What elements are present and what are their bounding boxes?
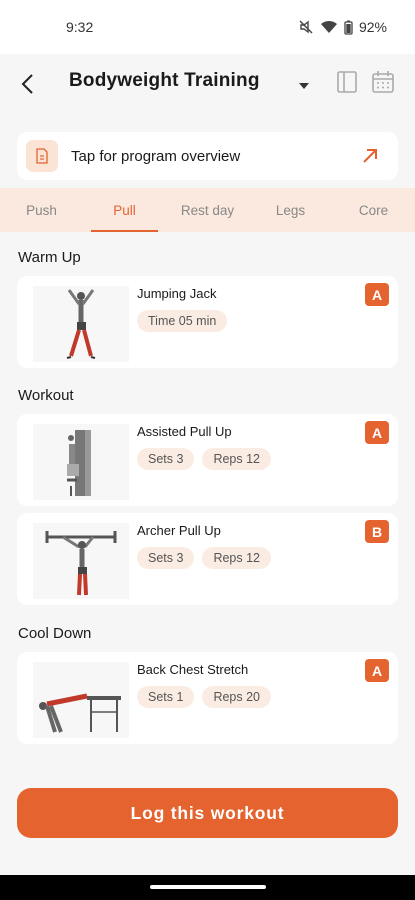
- exercise-card-back-chest-stretch[interactable]: Back Chest Stretch Sets 1 Reps 20 A: [17, 652, 398, 744]
- tab-core[interactable]: Core: [332, 188, 415, 232]
- page-title: Bodyweight Training: [69, 70, 260, 91]
- program-overview-label: Tap for program overview: [71, 147, 241, 165]
- page-icon[interactable]: [335, 69, 359, 95]
- log-workout-button[interactable]: Log this workout: [17, 788, 398, 838]
- section-title-cool-down: Cool Down: [18, 625, 92, 642]
- tab-pull[interactable]: Pull: [83, 188, 166, 232]
- system-nav-bar: [0, 875, 415, 900]
- exercise-chips: Time 05 min: [137, 310, 228, 332]
- exercise-image: [33, 286, 129, 362]
- level-badge: A: [365, 659, 389, 682]
- section-title-warm-up: Warm Up: [18, 249, 81, 266]
- tab-rest-day[interactable]: Rest day: [166, 188, 249, 232]
- battery-percent: 92%: [358, 19, 387, 35]
- section-title-workout: Workout: [18, 387, 74, 404]
- chip-sets: Sets 3: [137, 547, 195, 569]
- chip-sets: Sets 1: [137, 686, 195, 708]
- day-tabs: Push Pull Rest day Legs Core: [0, 188, 415, 232]
- level-badge: B: [365, 520, 389, 543]
- home-indicator[interactable]: [150, 885, 266, 889]
- arrow-up-right-icon: [360, 146, 380, 166]
- exercise-name: Jumping Jack: [137, 286, 217, 301]
- back-arrow-icon[interactable]: [18, 71, 40, 97]
- status-icons: 92%: [298, 19, 387, 35]
- chip-time: Time 05 min: [137, 310, 228, 332]
- level-badge: A: [365, 421, 389, 444]
- status-bar: 9:32 92%: [0, 0, 415, 54]
- exercise-name: Archer Pull Up: [137, 523, 221, 538]
- document-icon: [26, 140, 58, 172]
- exercise-card-assisted-pull-up[interactable]: Assisted Pull Up Sets 3 Reps 12 A: [17, 414, 398, 506]
- tab-push[interactable]: Push: [0, 188, 83, 232]
- calendar-icon[interactable]: [371, 69, 395, 95]
- exercise-chips: Sets 3 Reps 12: [137, 547, 271, 569]
- mute-icon: [298, 19, 314, 35]
- status-time: 9:32: [66, 19, 94, 35]
- tab-legs[interactable]: Legs: [249, 188, 332, 232]
- chip-sets: Sets 3: [137, 448, 195, 470]
- exercise-card-jumping-jack[interactable]: Jumping Jack Time 05 min A: [17, 276, 398, 368]
- exercise-image: [33, 523, 129, 599]
- exercise-image: [33, 424, 129, 500]
- wifi-icon: [320, 20, 338, 34]
- exercise-chips: Sets 1 Reps 20: [137, 686, 271, 708]
- exercise-name: Back Chest Stretch: [137, 662, 249, 677]
- chip-reps: Reps 12: [202, 547, 271, 569]
- exercise-name: Assisted Pull Up: [137, 424, 232, 439]
- chevron-down-icon[interactable]: [297, 78, 311, 89]
- exercise-card-archer-pull-up[interactable]: Archer Pull Up Sets 3 Reps 12 B: [17, 513, 398, 605]
- level-badge: A: [365, 283, 389, 306]
- battery-icon: [344, 20, 353, 35]
- chip-reps: Reps 12: [202, 448, 271, 470]
- exercise-chips: Sets 3 Reps 12: [137, 448, 271, 470]
- exercise-image: [33, 662, 129, 738]
- chip-reps: Reps 20: [202, 686, 271, 708]
- program-overview-card[interactable]: Tap for program overview: [17, 132, 398, 180]
- app-header: Bodyweight Training: [0, 54, 415, 114]
